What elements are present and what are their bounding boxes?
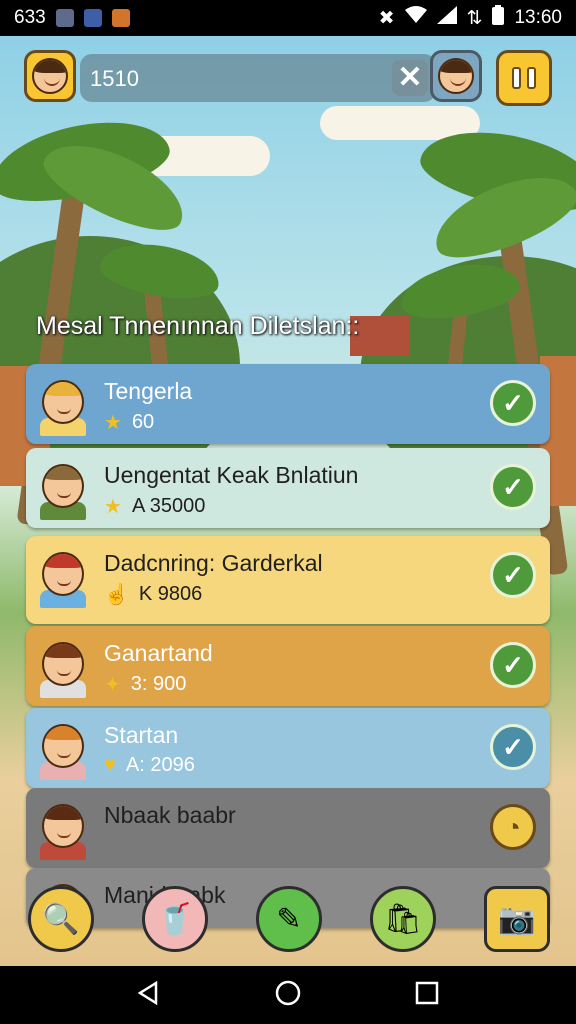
quest-giver-portrait <box>36 544 96 608</box>
hand-icon: ☝ <box>104 584 129 606</box>
quest-reward-value: K 9806 <box>138 583 203 605</box>
status-bar: 633 ✖ ⇅ 13:60 <box>0 0 576 36</box>
signal-icon <box>436 6 457 30</box>
friend-avatar-button[interactable] <box>430 50 482 102</box>
heart-icon: ♥ <box>104 754 116 776</box>
check-icon: ✓ <box>490 724 536 770</box>
bag-button[interactable]: 🛍 <box>370 886 436 952</box>
player-avatar-button[interactable] <box>24 50 76 102</box>
quest-reward: ★ A 35000 <box>104 494 205 519</box>
quest-giver-portrait <box>36 716 96 780</box>
quest-row[interactable]: Uengentat Keak Bnlatiun ★ A 35000 ✓ <box>26 448 550 528</box>
quest-row[interactable]: Dadcnring: Garderkal ☝ K 9806 ✓ <box>26 536 550 624</box>
cup-button[interactable]: 🥤 <box>142 886 208 952</box>
check-icon: ✓ <box>490 464 536 510</box>
portrait-face-icon <box>42 464 84 508</box>
quest-title: Ganartand <box>104 640 213 666</box>
quest-row[interactable]: Tengerla ★ 60 ✓ <box>26 364 550 444</box>
clock: 13:60 <box>514 7 562 28</box>
pause-button[interactable] <box>496 50 552 106</box>
system-nav-bar <box>0 966 576 1024</box>
quest-title: Dadcnring: Garderkal <box>104 550 323 576</box>
quest-reward-value: A: 2096 <box>125 754 195 776</box>
quest-title: Nbaak baabr <box>104 802 236 828</box>
check-icon: ✓ <box>490 380 536 426</box>
camera-button[interactable]: 📷 <box>484 886 550 952</box>
magnify-leaf-button[interactable]: 🔍 <box>28 886 94 952</box>
star-icon: ★ <box>104 412 122 434</box>
pause-bar-icon <box>512 67 521 89</box>
avatar-face-icon <box>32 58 68 94</box>
check-icon: ✓ <box>490 642 536 688</box>
quest-row[interactable]: Startan ♥ A: 2096 ✓ <box>26 708 550 788</box>
quest-giver-portrait <box>36 372 96 436</box>
mute-icon: ✖ <box>378 7 395 29</box>
portrait-face-icon <box>42 552 84 596</box>
search-value: 1510 <box>90 66 139 91</box>
quest-reward: ✦ 3: 900 <box>104 672 186 697</box>
lock-icon: ◔ <box>490 804 536 850</box>
portrait-face-icon <box>42 642 84 686</box>
quest-title: Tengerla <box>104 378 193 404</box>
battery-icon <box>492 5 505 31</box>
notification-shield-icon <box>83 9 102 27</box>
brush-button[interactable]: ✎ <box>256 886 322 952</box>
quest-giver-portrait <box>36 456 96 520</box>
game-action-bar: 🔍 🥤 ✎ 🛍 📷 <box>0 876 576 966</box>
quest-list-heading: Mesal Tnnenınnan Diletslan:: <box>36 312 360 340</box>
quest-reward: ★ 60 <box>104 410 154 435</box>
sparkle-icon: ✦ <box>104 674 121 696</box>
notification-app-icon <box>55 9 74 27</box>
check-icon: ✓ <box>490 552 536 598</box>
quest-reward: ☝ K 9806 <box>104 582 202 607</box>
quest-reward: ♥ A: 2096 <box>104 754 195 777</box>
back-icon[interactable] <box>136 980 162 1011</box>
recents-icon[interactable] <box>414 980 440 1011</box>
home-icon[interactable] <box>274 979 302 1012</box>
portrait-face-icon <box>42 724 84 768</box>
quest-giver-portrait <box>36 634 96 698</box>
quest-reward-value: A 35000 <box>131 495 206 517</box>
close-icon[interactable]: ✕ <box>392 60 428 96</box>
pause-bar-icon <box>527 67 536 89</box>
quest-row[interactable]: Nbaak baabr ◔ <box>26 788 550 868</box>
friend-face-icon <box>438 58 474 94</box>
portrait-face-icon <box>42 380 84 424</box>
top-bar: 1510 ✕ <box>24 50 552 106</box>
status-left-text: 633 <box>14 7 46 28</box>
quest-title: Uengentat Keak Bnlatiun <box>104 462 359 488</box>
notification-badge-icon <box>111 9 130 27</box>
quest-title: Startan <box>104 722 179 748</box>
quest-reward-value: 60 <box>131 411 155 433</box>
search-bar[interactable]: 1510 ✕ <box>80 54 436 102</box>
data-icon: ⇅ <box>466 7 483 29</box>
portrait-face-icon <box>42 804 84 848</box>
quest-row[interactable]: Ganartand ✦ 3: 900 ✓ <box>26 626 550 706</box>
star-icon: ★ <box>104 496 122 518</box>
wifi-icon <box>404 6 427 30</box>
quest-reward-value: 3: 900 <box>130 673 187 695</box>
quest-giver-portrait <box>36 796 96 860</box>
